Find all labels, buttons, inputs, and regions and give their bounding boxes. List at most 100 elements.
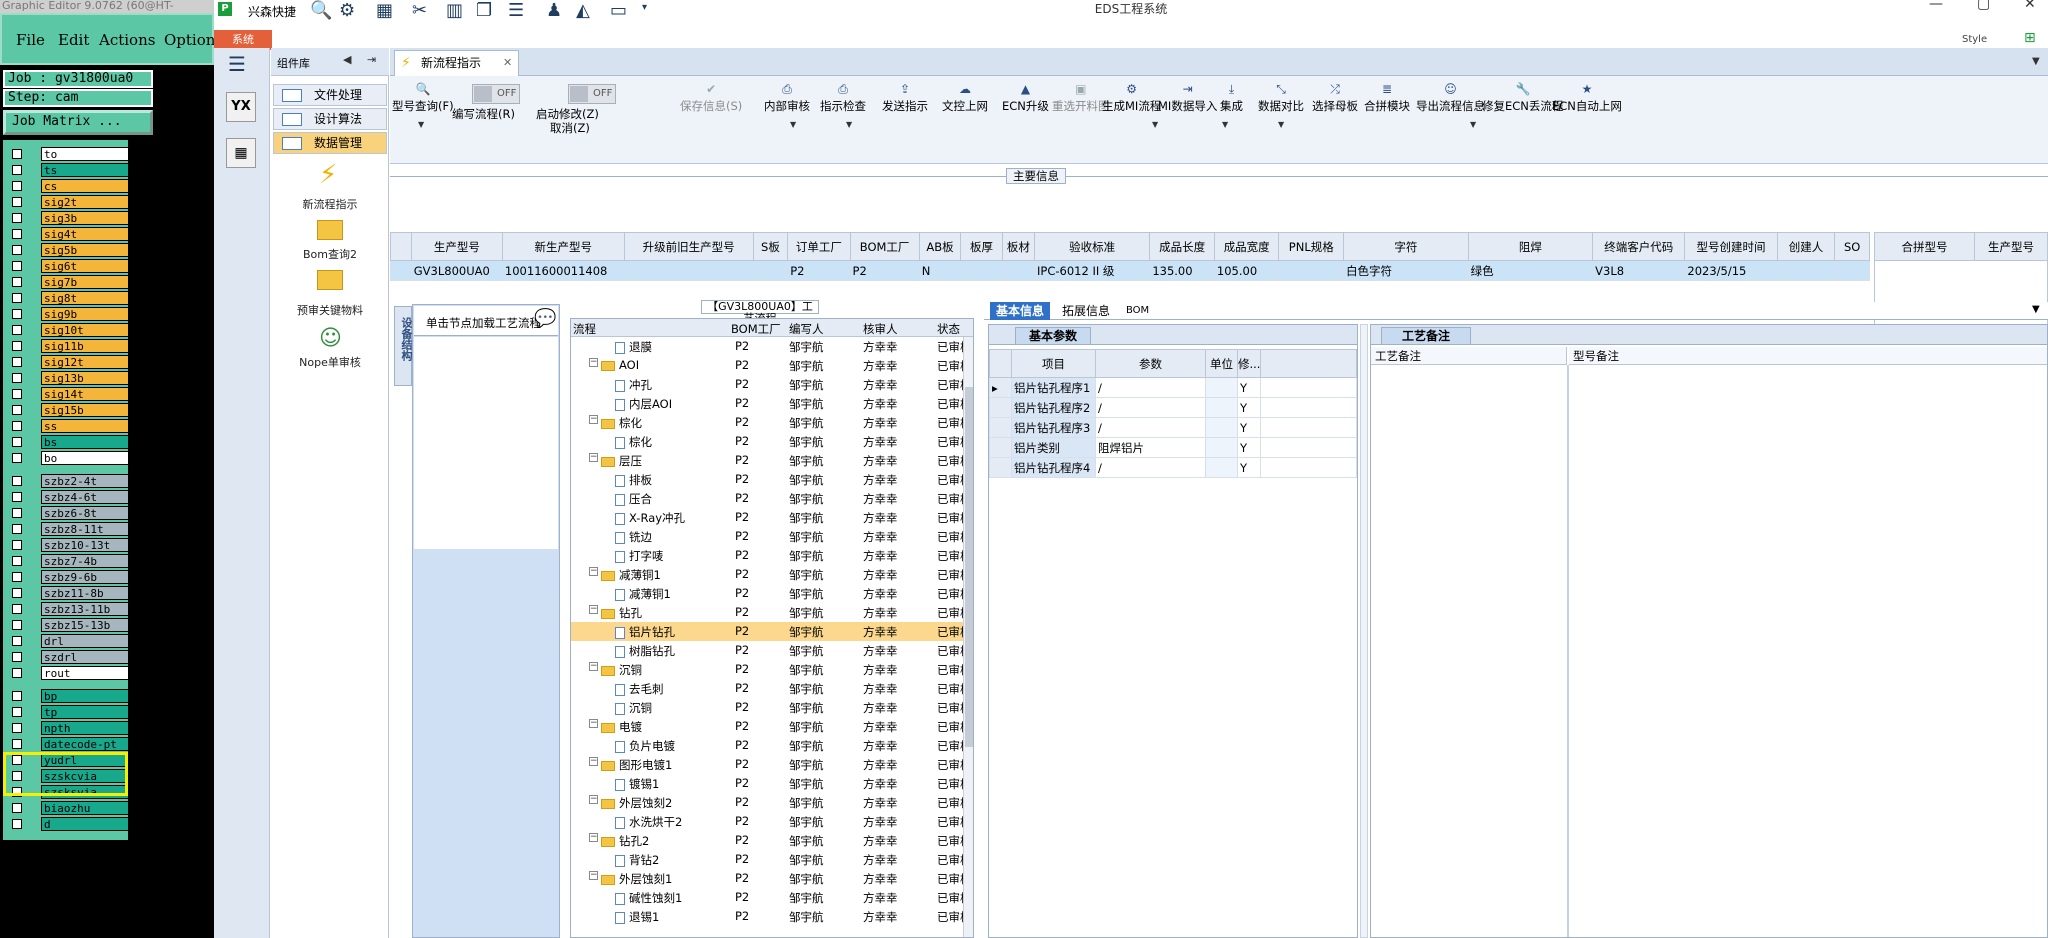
table-cell[interactable] [960, 260, 1003, 281]
layer-checkbox[interactable] [12, 293, 22, 303]
tab-basic-params[interactable]: 基本参数 [1015, 327, 1091, 345]
ribbon-button-14[interactable]: ⤮ 选择母板 [1312, 82, 1358, 114]
layer-row[interactable]: szbz9-6b [8, 569, 129, 584]
layer-row[interactable]: sig9b [8, 306, 129, 321]
layer-checkbox[interactable] [12, 508, 22, 518]
table-cell[interactable]: / [1095, 397, 1206, 418]
tree-node[interactable]: 排板 [615, 472, 652, 488]
layer-row[interactable]: sig13b [8, 370, 129, 385]
collapse-toggle-icon[interactable]: − [589, 662, 598, 671]
ribbon-button-15[interactable]: ≣ 合拼模块 [1364, 82, 1410, 114]
tree-node[interactable]: 棕化 [601, 415, 642, 431]
layer-row[interactable]: szbz11-8b [8, 585, 129, 600]
table-cell[interactable]: / [1095, 417, 1206, 438]
column-header[interactable]: SO [1834, 232, 1870, 261]
table-cell[interactable]: / [1095, 457, 1206, 478]
layer-name[interactable]: sig3b [41, 211, 129, 225]
tree-node[interactable]: 沉铜 [615, 700, 652, 716]
tree-row[interactable]: 镀锡1 P2 邹宇航 方幸幸 已审核 [571, 774, 963, 793]
collapse-toggle-icon[interactable]: − [589, 719, 598, 728]
column-header[interactable]: 生产型号 [1974, 232, 2048, 261]
table-cell[interactable]: 阻焊铝片 [1095, 437, 1206, 458]
tab-basic-info[interactable]: 基本信息 [990, 302, 1051, 320]
item-nope-review[interactable]: Nope单审核 [271, 354, 389, 370]
layer-row[interactable]: szbz6-8t [8, 505, 129, 520]
menu-edit[interactable]: Edit [58, 31, 89, 49]
collapse-toggle-icon[interactable]: − [589, 871, 598, 880]
layer-name[interactable]: sig11b [41, 339, 129, 353]
layer-checkbox[interactable] [12, 492, 22, 502]
table-cell[interactable] [1278, 260, 1345, 281]
column-header[interactable]: 状态 [937, 321, 960, 337]
layer-name[interactable]: npth [41, 721, 129, 735]
layer-row[interactable]: biaozhu [8, 800, 129, 815]
layer-checkbox[interactable] [12, 604, 22, 614]
column-header[interactable]: BOM工厂 [731, 321, 781, 337]
tree-node[interactable]: X-Ray冲孔 [615, 510, 685, 526]
layer-row[interactable]: bs [8, 434, 129, 449]
tree-row[interactable]: 铣边 P2 邹宇航 方幸幸 已审核 [571, 527, 963, 546]
layer-name[interactable]: szbz7-4b [41, 554, 129, 568]
table-cell[interactable] [1205, 457, 1238, 478]
tree-row[interactable]: 沉铜 P2 邹宇航 方幸幸 已审核 [571, 698, 963, 717]
tree-node[interactable]: 负片电镀 [615, 738, 675, 754]
table-cell[interactable] [1205, 417, 1238, 438]
tree-row[interactable]: 内层AOI P2 邹宇航 方幸幸 已审核 [571, 394, 963, 413]
layer-name[interactable]: datecode-pt [41, 737, 129, 751]
table-cell[interactable]: V3L8 [1592, 260, 1686, 281]
tree-node[interactable]: 电镀 [601, 719, 642, 735]
tree-node[interactable]: 沉铜 [601, 662, 642, 678]
tree-node[interactable]: 背钻2 [615, 852, 659, 868]
tree-node[interactable]: 铝片钻孔 [615, 624, 675, 640]
collapse-toggle-icon[interactable]: − [589, 358, 598, 367]
tab-dropdown-icon[interactable]: ▼ [2032, 56, 2040, 67]
table-row[interactable]: 铝片类别 阻焊铝片 Y [989, 437, 1357, 458]
tree-row[interactable]: − 钻孔 P2 邹宇航 方幸幸 已审核 [571, 603, 963, 622]
layer-checkbox[interactable] [12, 572, 22, 582]
calculator-icon[interactable]: ▦ [226, 138, 256, 168]
column-header[interactable]: 创建人 [1776, 232, 1836, 261]
tree-node[interactable]: 钻孔 [601, 605, 642, 621]
column-header[interactable]: 字符 [1343, 232, 1469, 261]
ribbon-button-5[interactable]: ⎙ 指示检查 [820, 82, 866, 114]
collapse-toggle-icon[interactable]: − [589, 833, 598, 842]
tree-node[interactable]: 镀锡1 [615, 776, 659, 792]
layer-row[interactable]: tp [8, 704, 129, 719]
layer-checkbox[interactable] [12, 652, 22, 662]
dropdown-arrow-icon[interactable]: ▼ [1278, 120, 1284, 129]
layer-checkbox[interactable] [12, 556, 22, 566]
layer-checkbox[interactable] [12, 181, 22, 191]
job-matrix-button[interactable]: Job Matrix ... [3, 110, 153, 135]
column-header[interactable]: 成品长度 [1149, 232, 1215, 261]
table-cell[interactable]: 绿色 [1467, 260, 1594, 281]
tree-row[interactable]: 退膜 P2 邹宇航 方幸幸 已审核 [571, 337, 963, 356]
layer-row[interactable]: sig4t [8, 226, 129, 241]
layer-name[interactable]: szbz15-13b [41, 618, 129, 632]
layer-row[interactable]: szbz10-13t [8, 537, 129, 552]
dropdown-arrow-icon[interactable]: ▼ [418, 120, 424, 129]
dropdown-arrow-icon[interactable]: ▼ [790, 120, 796, 129]
table-cell[interactable]: Y [1236, 377, 1262, 398]
dropdown-arrow-icon[interactable]: ▼ [846, 120, 852, 129]
group-file-processing[interactable]: 文件处理 [273, 84, 387, 106]
column-header[interactable]: 生产型号 [410, 232, 503, 261]
layer-row[interactable]: to [8, 146, 129, 161]
tree-row[interactable]: − 减薄铜1 P2 邹宇航 方幸幸 已审核 [571, 565, 963, 584]
menu-file[interactable]: File [16, 31, 45, 49]
dropdown-arrow-icon[interactable]: ▼ [1470, 120, 1476, 129]
column-header[interactable]: 订单工厂 [787, 232, 851, 261]
menu-actions[interactable]: Actions [99, 31, 155, 49]
tab-new-process-instruction[interactable]: ⚡ 新流程指示 ✕ [394, 50, 519, 76]
tree-row[interactable]: 背钻2 P2 邹宇航 方幸幸 已审核 [571, 850, 963, 869]
tab-bom[interactable]: BOM [1120, 302, 1155, 320]
layer-checkbox[interactable] [12, 261, 22, 271]
column-header[interactable]: 板材 [1001, 232, 1036, 261]
column-header[interactable]: 成品宽度 [1213, 232, 1280, 261]
layer-row[interactable]: datecode-pt [8, 736, 129, 751]
layer-name[interactable]: sig12t [41, 355, 129, 369]
layer-checkbox[interactable] [12, 277, 22, 287]
layer-row[interactable]: sig6t [8, 258, 129, 273]
tree-node[interactable]: 减薄铜1 [601, 567, 661, 583]
tree-row[interactable]: − 钻孔2 P2 邹宇航 方幸幸 已审核 [571, 831, 963, 850]
column-header[interactable]: 合拼型号 [1874, 232, 1975, 261]
